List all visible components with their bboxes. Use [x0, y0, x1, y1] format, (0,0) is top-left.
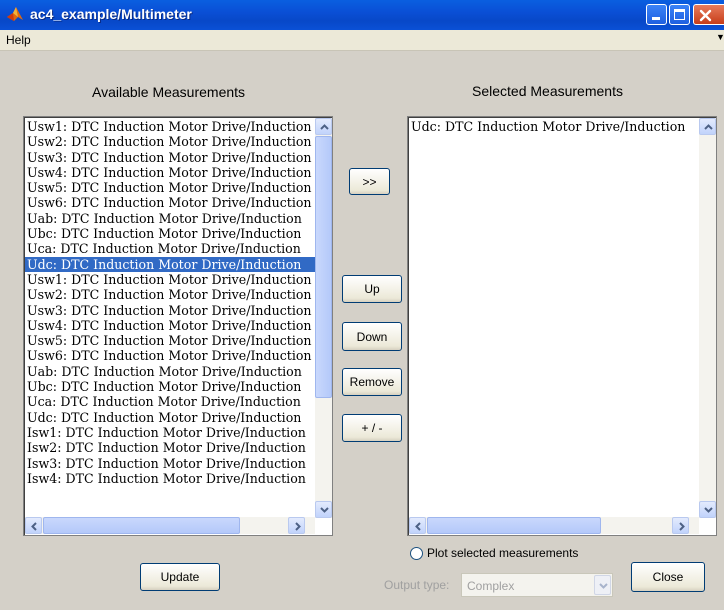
- chevron-right-icon: [679, 522, 685, 531]
- chevron-down-icon: [704, 507, 713, 513]
- available-measurements-heading: Available Measurements: [92, 84, 246, 100]
- available-measurements-list[interactable]: Usw1: DTC Induction Motor Drive/Inductio…: [23, 116, 333, 536]
- available-hscroll-thumb[interactable]: [43, 517, 240, 534]
- list-item[interactable]: Ubc: DTC Induction Motor Drive/Induction: [25, 226, 315, 241]
- list-item[interactable]: Isw2: DTC Induction Motor Drive/Inductio…: [25, 440, 315, 455]
- window-title: ac4_example/Multimeter: [30, 6, 192, 22]
- chevron-left-icon: [31, 522, 37, 531]
- multimeter-window: ac4_example/Multimeter Help ▼ Available …: [0, 0, 724, 610]
- list-item[interactable]: Usw1: DTC Induction Motor Drive/Inductio…: [25, 272, 315, 287]
- list-item[interactable]: Usw4: DTC Induction Motor Drive/Inductio…: [25, 318, 315, 333]
- selected-measurements-heading: Selected Measurements: [472, 83, 623, 99]
- available-scroll-left-button[interactable]: [25, 517, 42, 534]
- plot-selected-radio[interactable]: [410, 547, 423, 560]
- chevron-left-icon: [415, 522, 421, 531]
- available-horizontal-scrollbar[interactable]: [25, 517, 315, 534]
- chevron-up-icon: [704, 124, 713, 130]
- title-bar[interactable]: ac4_example/Multimeter: [0, 0, 724, 30]
- chevron-up-icon: [320, 124, 329, 130]
- move-up-button[interactable]: Up: [342, 275, 402, 303]
- menu-bar: Help ▼: [0, 30, 724, 51]
- list-item[interactable]: Isw1: DTC Induction Motor Drive/Inductio…: [25, 425, 315, 440]
- menu-dock-arrow-icon[interactable]: ▼: [716, 32, 724, 42]
- list-item[interactable]: Usw2: DTC Induction Motor Drive/Inductio…: [25, 134, 315, 149]
- close-icon: [699, 9, 712, 22]
- output-type-dropdown-button[interactable]: [594, 575, 611, 595]
- list-item[interactable]: Usw5: DTC Induction Motor Drive/Inductio…: [25, 180, 315, 195]
- selected-vertical-scrollbar[interactable]: [699, 118, 716, 518]
- selected-hscroll-thumb[interactable]: [427, 517, 601, 534]
- update-button[interactable]: Update: [140, 563, 220, 591]
- selected-items: Udc: DTC Induction Motor Drive/Induction: [409, 119, 699, 134]
- list-item[interactable]: Uab: DTC Induction Motor Drive/Induction: [25, 364, 315, 379]
- list-item[interactable]: Usw3: DTC Induction Motor Drive/Inductio…: [25, 303, 315, 318]
- list-item[interactable]: Usw1: DTC Induction Motor Drive/Inductio…: [25, 119, 315, 134]
- available-vertical-scrollbar[interactable]: [315, 118, 332, 518]
- matlab-icon: [7, 7, 23, 21]
- list-item[interactable]: Usw4: DTC Induction Motor Drive/Inductio…: [25, 165, 315, 180]
- chevron-down-icon: [599, 583, 608, 589]
- menu-help[interactable]: Help: [6, 33, 31, 47]
- maximize-button[interactable]: [669, 4, 690, 25]
- remove-button[interactable]: Remove: [342, 368, 402, 396]
- output-type-select[interactable]: Complex: [461, 573, 613, 597]
- list-item[interactable]: Usw5: DTC Induction Motor Drive/Inductio…: [25, 333, 315, 348]
- move-down-button[interactable]: Down: [342, 322, 402, 351]
- list-item[interactable]: Uca: DTC Induction Motor Drive/Induction: [25, 241, 315, 256]
- close-button[interactable]: Close: [631, 562, 705, 592]
- list-item[interactable]: Usw3: DTC Induction Motor Drive/Inductio…: [25, 150, 315, 165]
- chevron-right-icon: [295, 522, 301, 531]
- selected-scroll-down-button[interactable]: [699, 501, 716, 518]
- chevron-down-icon: [320, 507, 329, 513]
- selected-scroll-right-button[interactable]: [672, 517, 689, 534]
- available-items: Usw1: DTC Induction Motor Drive/Inductio…: [25, 119, 315, 486]
- list-item[interactable]: Usw2: DTC Induction Motor Drive/Inductio…: [25, 287, 315, 302]
- output-type-value: Complex: [467, 579, 515, 593]
- selected-scroll-left-button[interactable]: [409, 517, 426, 534]
- available-scroll-right-button[interactable]: [288, 517, 305, 534]
- selected-scroll-up-button[interactable]: [699, 118, 716, 135]
- list-item[interactable]: Usw6: DTC Induction Motor Drive/Inductio…: [25, 348, 315, 363]
- list-item[interactable]: Ubc: DTC Induction Motor Drive/Induction: [25, 379, 315, 394]
- list-item[interactable]: Usw6: DTC Induction Motor Drive/Inductio…: [25, 195, 315, 210]
- selected-measurements-list[interactable]: Udc: DTC Induction Motor Drive/Induction: [407, 116, 717, 536]
- list-item[interactable]: Isw3: DTC Induction Motor Drive/Inductio…: [25, 456, 315, 471]
- list-item[interactable]: Uca: DTC Induction Motor Drive/Induction: [25, 394, 315, 409]
- list-item[interactable]: Udc: DTC Induction Motor Drive/Induction: [25, 410, 315, 425]
- toggle-sign-button[interactable]: + / -: [342, 414, 402, 442]
- minimize-icon: [652, 17, 660, 20]
- list-item[interactable]: Udc: DTC Induction Motor Drive/Induction: [409, 119, 699, 134]
- list-item[interactable]: Udc: DTC Induction Motor Drive/Induction: [25, 256, 315, 272]
- list-item[interactable]: Isw4: DTC Induction Motor Drive/Inductio…: [25, 471, 315, 486]
- available-scroll-down-button[interactable]: [315, 501, 332, 518]
- close-window-button[interactable]: [693, 4, 724, 25]
- available-scroll-thumb[interactable]: [315, 136, 332, 398]
- plot-selected-label[interactable]: Plot selected measurements: [427, 546, 578, 560]
- maximize-icon: [674, 9, 685, 20]
- minimize-button[interactable]: [646, 4, 667, 25]
- list-item[interactable]: Uab: DTC Induction Motor Drive/Induction: [25, 211, 315, 226]
- add-measurement-button[interactable]: >>: [349, 168, 390, 195]
- available-scroll-up-button[interactable]: [315, 118, 332, 135]
- selected-horizontal-scrollbar[interactable]: [409, 517, 699, 534]
- output-type-label: Output type:: [384, 578, 450, 592]
